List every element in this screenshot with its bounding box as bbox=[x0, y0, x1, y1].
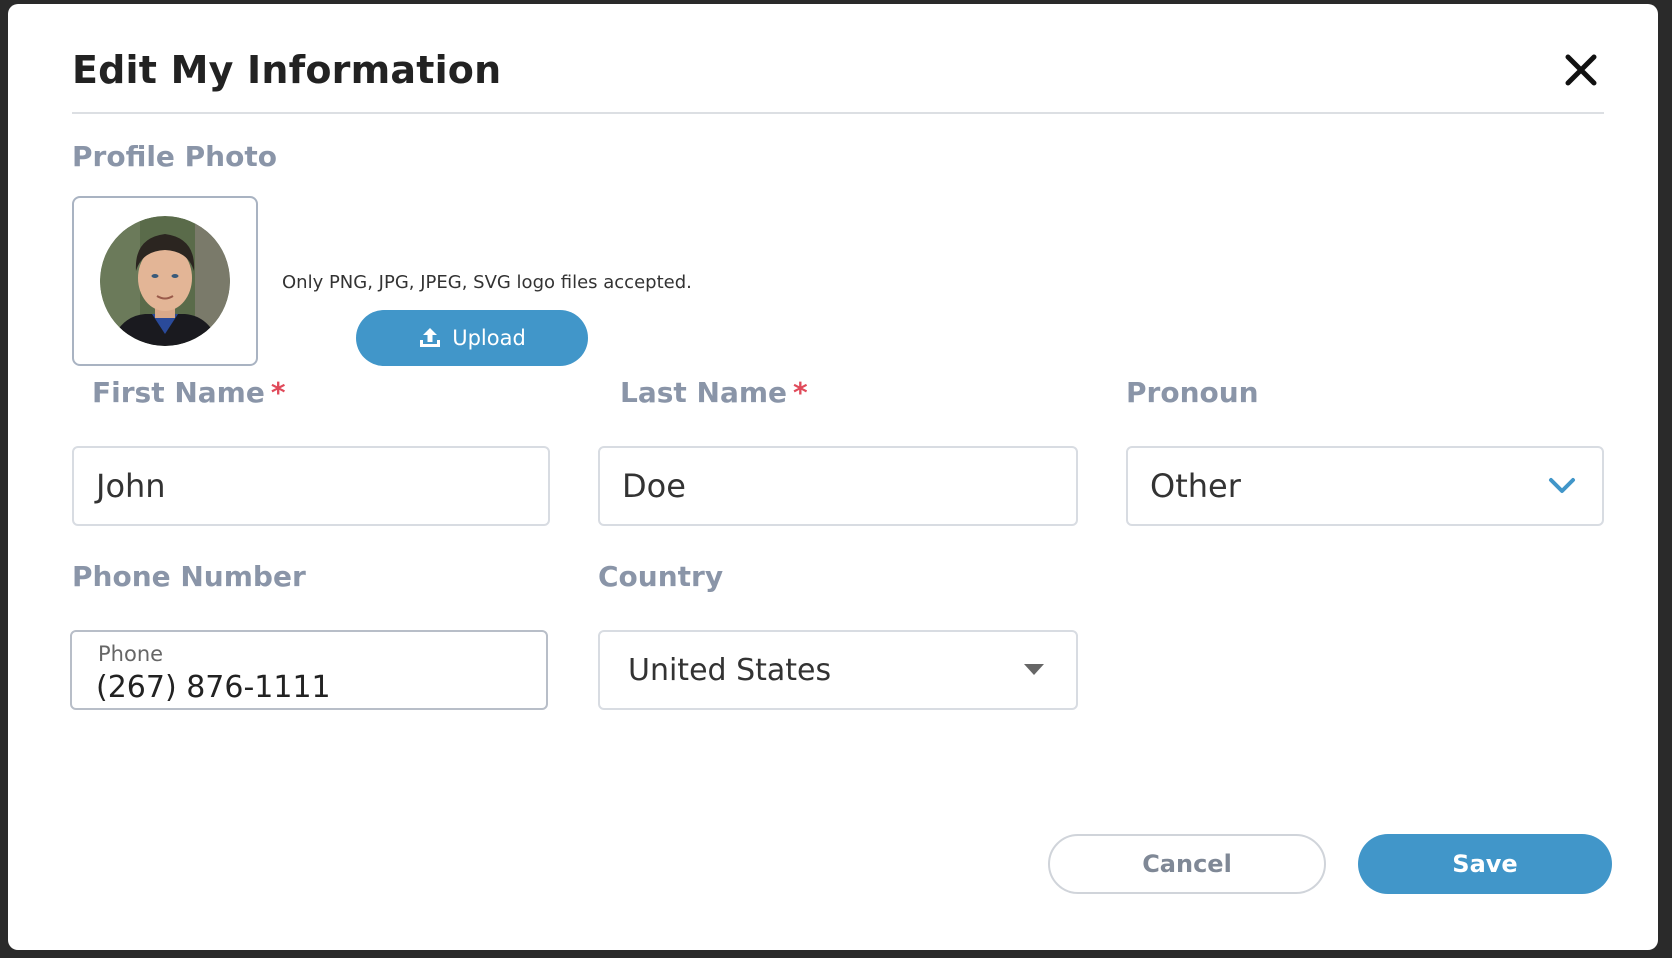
caret-down-icon bbox=[1024, 664, 1044, 675]
upload-icon bbox=[420, 328, 441, 347]
cancel-button[interactable]: Cancel bbox=[1048, 834, 1326, 894]
last-name-label: Last Name * bbox=[620, 376, 808, 409]
country-label: Country bbox=[598, 560, 724, 593]
save-button[interactable]: Save bbox=[1358, 834, 1612, 894]
phone-value: (267) 876-1111 bbox=[96, 670, 331, 705]
phone-inner-label: Phone bbox=[98, 642, 164, 666]
edit-information-dialog: Edit My Information Profile Photo Only P… bbox=[8, 4, 1658, 950]
chevron-down-icon bbox=[1549, 478, 1575, 493]
country-value: United States bbox=[628, 652, 832, 688]
first-name-field[interactable]: John bbox=[72, 446, 550, 526]
file-types-hint: Only PNG, JPG, JPEG, SVG logo files acce… bbox=[282, 272, 692, 293]
first-name-value: John bbox=[96, 467, 166, 505]
close-icon bbox=[1565, 54, 1597, 86]
upload-button[interactable]: Upload bbox=[356, 310, 588, 366]
header-divider bbox=[72, 112, 1604, 114]
required-marker: * bbox=[270, 376, 286, 409]
pronoun-label: Pronoun bbox=[1126, 376, 1259, 409]
pronoun-select[interactable]: Other bbox=[1126, 446, 1604, 526]
phone-number-label: Phone Number bbox=[72, 560, 306, 593]
dialog-title: Edit My Information bbox=[72, 48, 502, 92]
profile-photo-frame[interactable] bbox=[72, 196, 258, 366]
close-button[interactable] bbox=[1563, 52, 1599, 88]
country-select[interactable]: United States bbox=[598, 630, 1078, 710]
first-name-label: First Name * bbox=[92, 376, 286, 409]
required-marker: * bbox=[793, 376, 808, 409]
upload-button-label: Upload bbox=[452, 326, 526, 350]
pronoun-value: Other bbox=[1150, 467, 1241, 505]
profile-photo-label: Profile Photo bbox=[72, 140, 277, 173]
last-name-value: Doe bbox=[622, 467, 686, 505]
avatar bbox=[100, 216, 230, 346]
last-name-field[interactable]: Doe bbox=[598, 446, 1078, 526]
phone-field[interactable]: Phone (267) 876-1111 bbox=[70, 630, 548, 710]
